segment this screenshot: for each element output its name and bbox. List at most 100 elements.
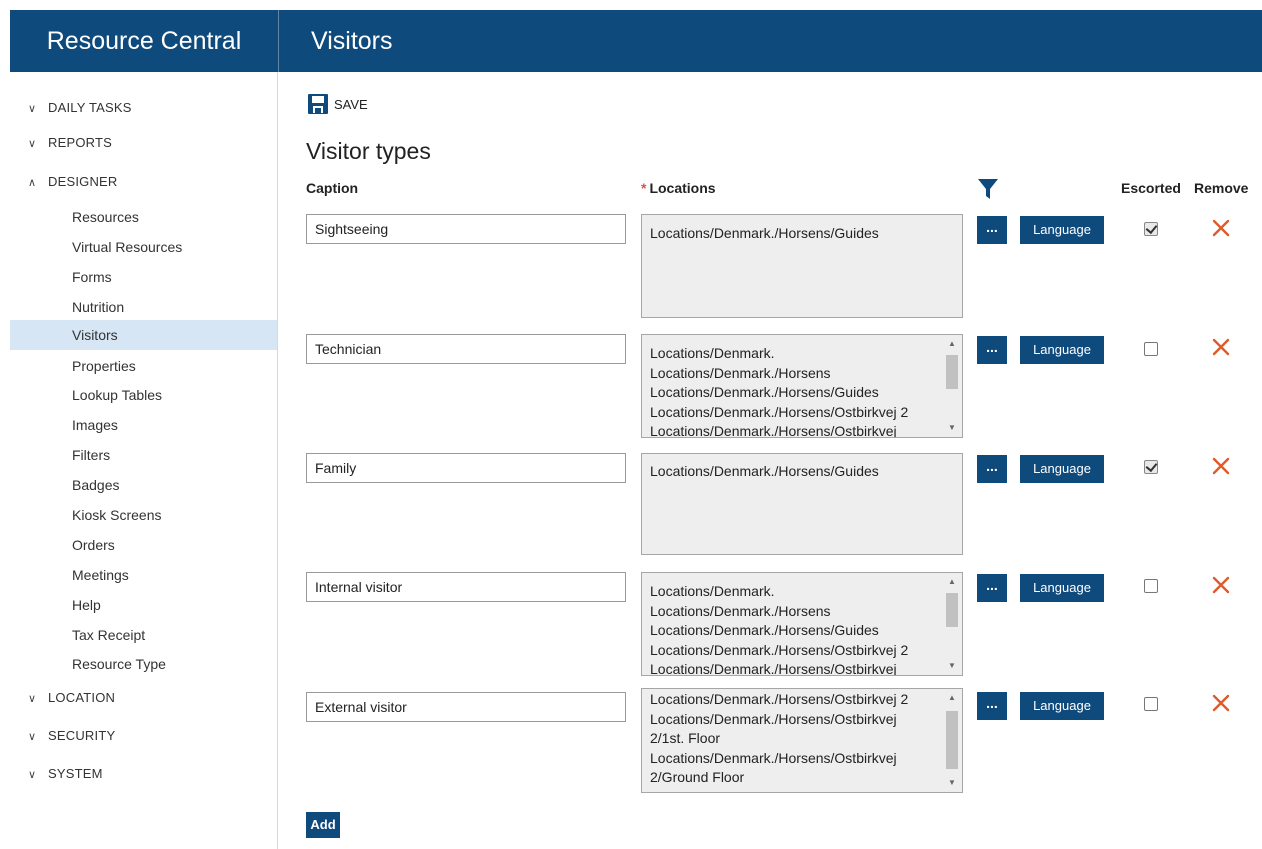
listbox-scrollbar[interactable]: ▲ ▼ <box>944 691 960 790</box>
sidebar-item-kiosk-screens[interactable]: Kiosk Screens <box>10 500 277 530</box>
remove-icon[interactable] <box>1212 338 1230 356</box>
filter-icon[interactable] <box>977 177 999 201</box>
scrollbar-thumb[interactable] <box>946 593 958 627</box>
listbox-scrollbar[interactable]: ▲ ▼ <box>944 337 960 435</box>
chevron-down-icon: ∨ <box>28 693 37 705</box>
sidebar-section-label: REPORTS <box>48 135 113 150</box>
sidebar-item-filters[interactable]: Filters <box>10 440 277 470</box>
sidebar-item-tax-receipt[interactable]: Tax Receipt <box>10 620 277 650</box>
scroll-up-arrow-icon[interactable]: ▲ <box>944 691 960 705</box>
sidebar-section-security[interactable]: ∨ SECURITY <box>28 723 115 749</box>
sidebar-section-daily-tasks[interactable]: ∨ DAILY TASKS <box>28 95 132 121</box>
location-option[interactable]: Locations/Denmark./Horsens/Ostbirkvej 2 <box>650 690 940 710</box>
column-header-escorted: Escorted <box>1121 180 1181 196</box>
location-option[interactable]: Locations/Denmark./Horsens <box>650 602 940 622</box>
language-button[interactable]: Language <box>1020 216 1104 244</box>
locations-listbox[interactable]: Locations/Denmark./Horsens/Guides <box>641 214 963 318</box>
chevron-down-icon: ∨ <box>28 769 37 781</box>
add-visitor-type-button[interactable]: Add <box>306 812 340 838</box>
sidebar-item-virtual-resources[interactable]: Virtual Resources <box>10 232 277 262</box>
app-window: Resource Central Visitors ∨ DAILY TASKS ∨… <box>0 0 1262 849</box>
browse-locations-button[interactable]: ... <box>977 216 1007 244</box>
remove-icon[interactable] <box>1212 576 1230 594</box>
caption-input[interactable] <box>306 334 626 364</box>
remove-icon[interactable] <box>1212 457 1230 475</box>
location-option[interactable]: Locations/Denmark./Horsens/Ostbirkvej <box>650 749 940 769</box>
locations-listbox[interactable]: Locations/Denmark./Horsens/Guides <box>641 453 963 555</box>
sidebar-item-images[interactable]: Images <box>10 410 277 440</box>
scroll-down-arrow-icon[interactable]: ▼ <box>944 659 960 673</box>
chevron-down-icon: ∨ <box>28 103 37 115</box>
caption-input[interactable] <box>306 214 626 244</box>
escorted-checkbox[interactable] <box>1144 342 1158 356</box>
location-option[interactable]: Locations/Denmark./Horsens/Ostbirkvej 2 <box>650 641 940 661</box>
sidebar-section-designer[interactable]: ∧ DESIGNER <box>28 169 118 195</box>
location-option[interactable]: Locations/Denmark./Horsens/Ostbirkvej <box>650 710 940 730</box>
sidebar-section-reports[interactable]: ∨ REPORTS <box>28 130 112 156</box>
caption-input[interactable] <box>306 572 626 602</box>
sidebar-section-system[interactable]: ∨ SYSTEM <box>28 761 103 787</box>
location-option[interactable]: Locations/Denmark./Horsens/Guides <box>650 224 940 244</box>
sidebar-item-badges[interactable]: Badges <box>10 470 277 500</box>
locations-listbox[interactable]: Locations/Denmark. Locations/Denmark./Ho… <box>641 572 963 676</box>
escorted-checkbox[interactable] <box>1144 460 1158 474</box>
save-icon <box>308 94 328 114</box>
location-option[interactable]: Locations/Denmark./Horsens/Ostbirkvej <box>650 422 940 437</box>
sidebar: ∨ DAILY TASKS ∨ REPORTS ∧ DESIGNER Resource… <box>10 72 278 849</box>
language-button[interactable]: Language <box>1020 574 1104 602</box>
language-button[interactable]: Language <box>1020 455 1104 483</box>
browse-locations-button[interactable]: ... <box>977 574 1007 602</box>
location-option[interactable]: Locations/Denmark./Horsens/Ostbirkvej 2 <box>650 403 940 423</box>
locations-listbox[interactable]: Locations/Denmark./Horsens/Ostbirkvej 2 … <box>641 688 963 793</box>
location-option[interactable]: Locations/Denmark./Horsens/Guides <box>650 621 940 641</box>
location-option[interactable]: Locations/Denmark./Horsens/Guides <box>650 383 940 403</box>
locations-listbox[interactable]: Locations/Denmark. Locations/Denmark./Ho… <box>641 334 963 438</box>
app-brand[interactable]: Resource Central <box>10 10 278 72</box>
remove-icon[interactable] <box>1212 219 1230 237</box>
sidebar-item-lookup-tables[interactable]: Lookup Tables <box>10 380 277 410</box>
browse-locations-button[interactable]: ... <box>977 336 1007 364</box>
sidebar-item-resource-type[interactable]: Resource Type <box>10 649 277 679</box>
language-button[interactable]: Language <box>1020 692 1104 720</box>
location-option[interactable]: Locations/Denmark. <box>650 344 940 364</box>
location-option[interactable]: Locations/Denmark./Horsens/Guides <box>650 462 940 482</box>
remove-icon[interactable] <box>1212 694 1230 712</box>
scroll-up-arrow-icon[interactable]: ▲ <box>944 337 960 351</box>
language-button[interactable]: Language <box>1020 336 1104 364</box>
sidebar-item-properties[interactable]: Properties <box>10 351 277 381</box>
sidebar-item-visitors[interactable]: Visitors <box>10 320 277 350</box>
scrollbar-thumb[interactable] <box>946 711 958 769</box>
column-header-locations: * Locations <box>641 180 716 196</box>
section-heading: Visitor types <box>306 138 431 164</box>
sidebar-item-orders[interactable]: Orders <box>10 530 277 560</box>
escorted-checkbox[interactable] <box>1144 222 1158 236</box>
save-button[interactable]: SAVE <box>307 92 368 116</box>
browse-locations-button[interactable]: ... <box>977 692 1007 720</box>
location-option[interactable]: 2/1st. Floor <box>650 729 940 749</box>
sidebar-item-nutrition[interactable]: Nutrition <box>10 292 277 322</box>
header-divider <box>278 10 279 72</box>
scrollbar-thumb[interactable] <box>946 355 958 389</box>
sidebar-section-location[interactable]: ∨ LOCATION <box>28 685 115 711</box>
sidebar-item-forms[interactable]: Forms <box>10 262 277 292</box>
scroll-up-arrow-icon[interactable]: ▲ <box>944 575 960 589</box>
listbox-scrollbar[interactable]: ▲ ▼ <box>944 575 960 673</box>
location-option[interactable]: Locations/Denmark./Horsens/Ostbirkvej <box>650 660 940 675</box>
scroll-down-arrow-icon[interactable]: ▼ <box>944 776 960 790</box>
chevron-down-icon: ∨ <box>28 138 37 150</box>
sidebar-item-help[interactable]: Help <box>10 590 277 620</box>
browse-locations-button[interactable]: ... <box>977 455 1007 483</box>
location-option[interactable]: Locations/Denmark. <box>650 582 940 602</box>
caption-input[interactable] <box>306 692 626 722</box>
caption-input[interactable] <box>306 453 626 483</box>
scroll-down-arrow-icon[interactable]: ▼ <box>944 421 960 435</box>
escorted-checkbox[interactable] <box>1144 697 1158 711</box>
location-option[interactable]: Locations/Denmark./Horsens <box>650 364 940 384</box>
sidebar-item-meetings[interactable]: Meetings <box>10 560 277 590</box>
sidebar-item-resources[interactable]: Resources <box>10 202 277 232</box>
escorted-checkbox[interactable] <box>1144 579 1158 593</box>
chevron-up-icon: ∧ <box>28 177 37 189</box>
required-marker: * <box>641 180 647 196</box>
location-option[interactable]: 2/Ground Floor <box>650 768 940 788</box>
header-bar: Resource Central Visitors <box>10 10 1262 72</box>
